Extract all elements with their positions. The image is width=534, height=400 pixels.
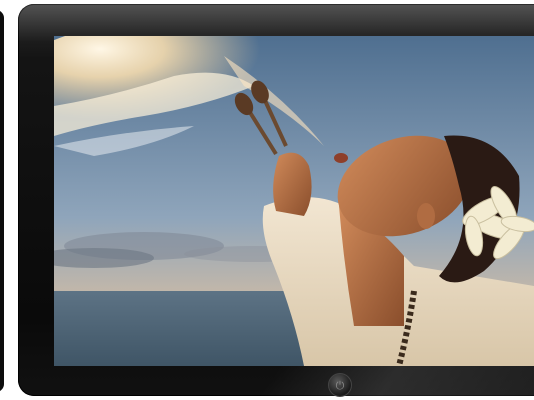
power-icon: ⏻ [335,378,345,392]
bezel-reflection [256,366,534,400]
ear [417,203,435,229]
arm [273,152,312,216]
monitor: ⏻ [18,4,534,400]
fire-breather-photo [54,36,534,366]
lips [334,153,348,163]
power-button[interactable]: ⏻ [328,373,352,397]
adjacent-device-edge [0,10,4,392]
monitor-screen [54,36,534,366]
